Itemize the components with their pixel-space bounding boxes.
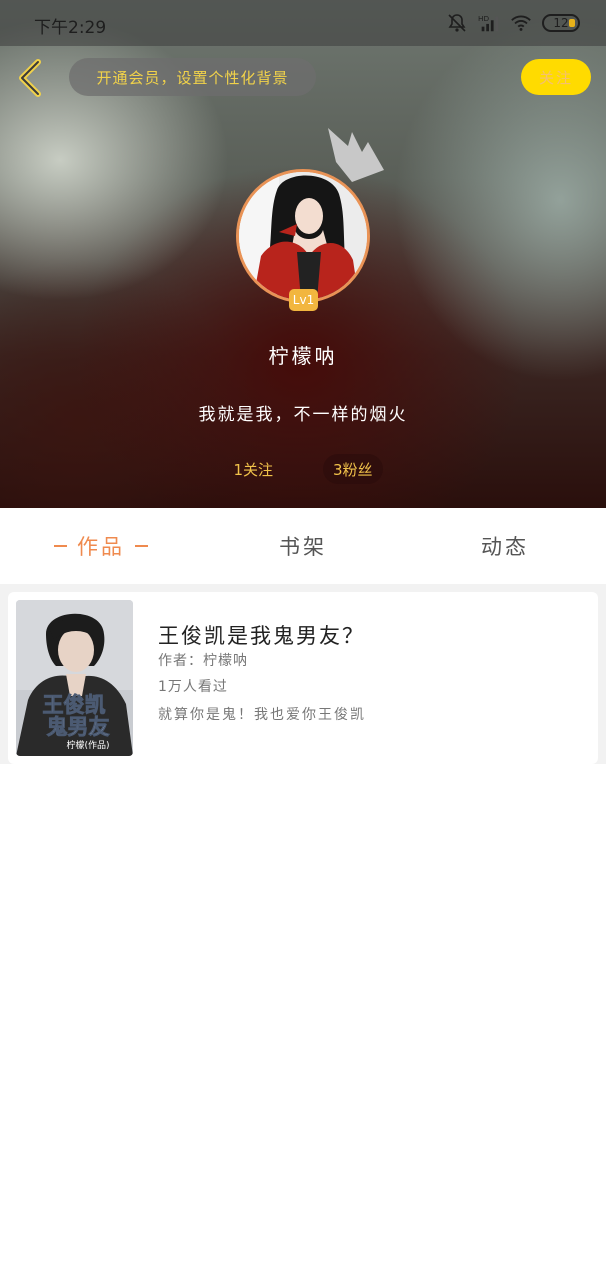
tab-works[interactable]: 作品 <box>0 508 202 584</box>
tab-activity[interactable]: 动态 <box>404 508 606 584</box>
avatar-image <box>239 172 367 300</box>
fans-count[interactable]: 3粉丝 <box>323 454 383 484</box>
tab-works-label: 作品 <box>77 535 125 559</box>
signal-icon: HD <box>478 12 500 34</box>
tab-bar: 作品 书架 动态 <box>0 508 606 584</box>
tab-bookshelf[interactable]: 书架 <box>202 508 404 584</box>
book-title[interactable]: 王俊凯是我鬼男友？ <box>158 620 365 650</box>
book-author: 作者：柠檬呐 <box>158 653 248 669</box>
bio: 我就是我，不一样的烟火 <box>198 405 408 425</box>
username: 柠檬呐 <box>268 344 338 368</box>
avatar[interactable] <box>236 169 370 303</box>
cover-title-line2: 鬼男友 <box>47 714 110 739</box>
battery-icon: 12 <box>542 14 580 32</box>
book-views: 1万人看过 <box>158 679 228 695</box>
tab-activity-label: 动态 <box>481 535 529 559</box>
wifi-icon <box>510 12 532 34</box>
tab-active-dash-right <box>135 545 148 547</box>
cover-caption: 柠檬(作品) <box>66 739 109 751</box>
tab-bookshelf-label: 书架 <box>279 535 327 559</box>
following-count[interactable]: 1关注 <box>223 454 283 484</box>
status-time: 下午2:29 <box>34 18 107 38</box>
status-bar: 下午2:29 HD 12 <box>0 0 606 46</box>
stats: 1关注 3粉丝 <box>0 454 606 484</box>
tab-active-dash-left <box>54 545 67 547</box>
status-icons: HD 12 <box>446 12 580 34</box>
bell-muted-icon <box>446 12 468 34</box>
level-badge: Lv1 <box>289 289 318 311</box>
battery-level: 12 <box>553 16 569 30</box>
battery-fill <box>569 19 575 27</box>
book-cover-image: 王俊凯 鬼男友 柠檬(作品) <box>16 600 133 756</box>
book-card[interactable]: 王俊凯 鬼男友 柠檬(作品) 王俊凯是我鬼男友？ 作者：柠檬呐 1万人看过 就算… <box>8 592 598 764</box>
svg-text:HD: HD <box>478 14 490 23</box>
follow-button[interactable]: 关注 <box>521 59 591 95</box>
book-description: 就算你是鬼！我也爱你王俊凯 <box>158 707 366 723</box>
set-background-button[interactable]: 开通会员，设置个性化背景 <box>69 58 316 96</box>
book-cover[interactable]: 王俊凯 鬼男友 柠檬(作品) <box>16 600 133 756</box>
profile-header: 下午2:29 HD 12 开通会员，设置个性化背景 关注 Lv1 柠檬呐 我就是… <box>0 0 606 508</box>
back-button[interactable] <box>14 58 48 98</box>
